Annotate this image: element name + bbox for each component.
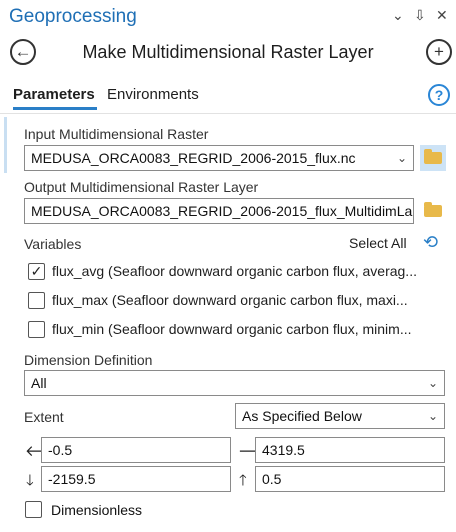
pin-icon[interactable]: ⇩ — [414, 7, 426, 24]
extent-right-value: 4319.5 — [262, 442, 305, 458]
output-layer-input[interactable]: MEDUSA_ORCA0083_REGRID_2006-2015_flux_Mu… — [24, 198, 414, 224]
output-layer-value: MEDUSA_ORCA0083_REGRID_2006-2015_flux_Mu… — [31, 203, 413, 219]
options-chevron-icon[interactable]: ⌄ — [392, 7, 404, 24]
dimension-definition-value: All — [31, 375, 47, 391]
chevron-down-icon[interactable]: ⌄ — [397, 151, 407, 165]
extent-top-input[interactable]: 0.5 — [255, 466, 445, 492]
close-icon[interactable]: ✕ — [436, 7, 448, 24]
browse-output-button[interactable] — [420, 198, 446, 224]
help-icon[interactable]: ? — [428, 84, 450, 106]
pane-title: Geoprocessing — [9, 6, 137, 27]
variable-checkbox[interactable]: ✓ — [28, 263, 45, 280]
dimension-definition-label: Dimension Definition — [24, 352, 153, 368]
divider — [0, 113, 456, 114]
extent-label: Extent — [24, 409, 64, 425]
output-layer-label: Output Multidimensional Raster Layer — [24, 179, 259, 195]
input-raster-combobox[interactable]: MEDUSA_ORCA0083_REGRID_2006-2015_flux.nc… — [24, 145, 414, 171]
refresh-icon[interactable]: ⟲ — [423, 232, 438, 253]
browse-input-button[interactable] — [420, 145, 446, 171]
dimensionless-label: Dimensionless — [51, 502, 143, 518]
plus-icon: + — [434, 42, 444, 61]
extent-mode-value: As Specified Below — [242, 408, 362, 424]
down-arrow-icon: 🡓 — [26, 472, 34, 489]
input-raster-value: MEDUSA_ORCA0083_REGRID_2006-2015_flux.nc — [31, 150, 356, 166]
list-item[interactable]: flux_max (Seafloor downward organic carb… — [28, 287, 448, 315]
extent-bottom-value: -2159.5 — [48, 471, 96, 487]
variables-label: Variables — [24, 236, 82, 252]
dimension-definition-select[interactable]: All ⌄ — [24, 370, 445, 396]
chevron-down-icon[interactable]: ⌄ — [428, 376, 438, 390]
select-all-button[interactable]: Select All — [349, 235, 407, 251]
variable-checkbox[interactable] — [28, 321, 45, 338]
tab-parameters[interactable]: Parameters — [13, 86, 95, 103]
up-arrow-icon: 🡑 — [239, 472, 247, 489]
extent-right-input[interactable]: 4319.5 — [255, 437, 445, 463]
input-raster-label: Input Multidimensional Raster — [24, 126, 209, 142]
active-tab-indicator — [13, 107, 97, 110]
list-item[interactable]: flux_min (Seafloor downward organic carb… — [28, 316, 448, 344]
variable-label: flux_avg (Seafloor downward organic carb… — [52, 263, 417, 279]
variable-label: flux_min (Seafloor downward organic carb… — [52, 321, 412, 337]
list-item[interactable]: ✓ flux_avg (Seafloor downward organic ca… — [28, 258, 448, 286]
required-indicator — [4, 117, 7, 173]
tab-environments[interactable]: Environments — [107, 86, 199, 103]
variable-label: flux_max (Seafloor downward organic carb… — [52, 292, 408, 308]
folder-icon — [424, 202, 442, 217]
extent-left-input[interactable]: -0.5 — [41, 437, 231, 463]
extent-top-value: 0.5 — [262, 471, 282, 487]
add-button[interactable]: + — [426, 39, 452, 65]
chevron-down-icon[interactable]: ⌄ — [428, 409, 438, 423]
dimensionless-checkbox[interactable] — [25, 501, 42, 518]
tool-title: Make Multidimensional Raster Layer — [82, 42, 374, 62]
folder-icon — [424, 149, 442, 164]
extent-mode-select[interactable]: As Specified Below ⌄ — [235, 403, 445, 429]
extent-left-value: -0.5 — [48, 442, 73, 458]
extent-bottom-input[interactable]: -2159.5 — [41, 466, 231, 492]
variable-checkbox[interactable] — [28, 292, 45, 309]
